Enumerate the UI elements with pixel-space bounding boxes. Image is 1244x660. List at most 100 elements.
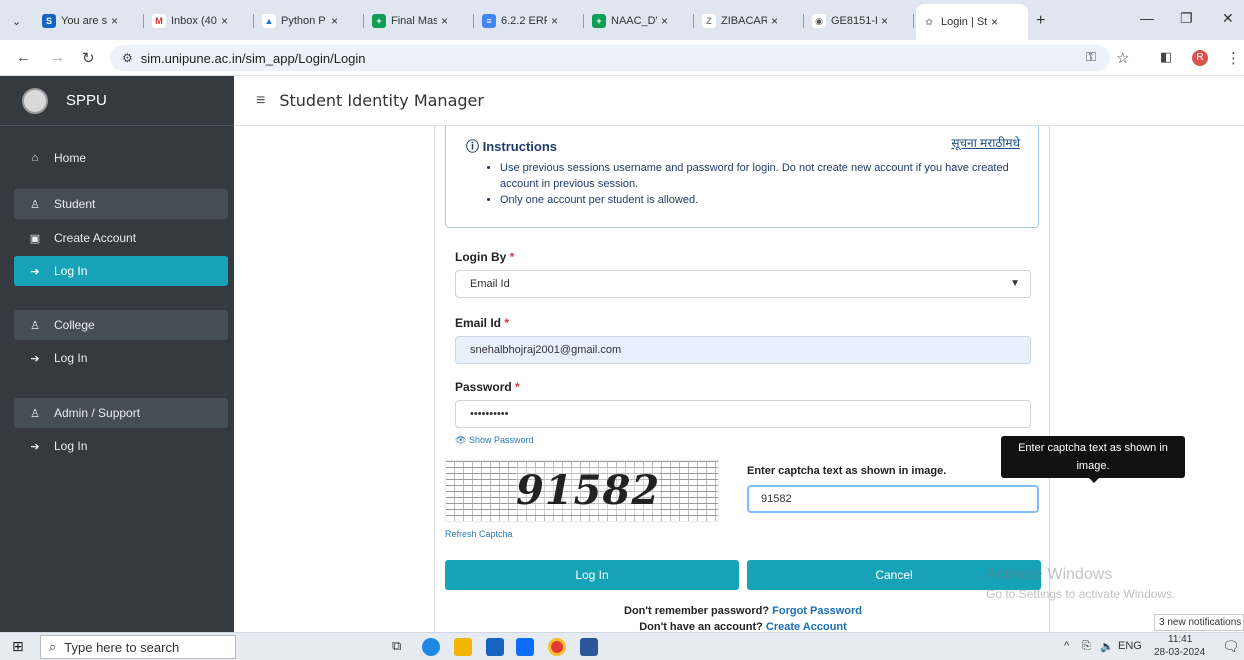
hamburger-menu-icon[interactable]: ≡ <box>256 92 265 110</box>
chrome-icon[interactable] <box>548 638 566 656</box>
close-icon[interactable]: × <box>551 14 558 28</box>
volume-icon[interactable]: 🔈 <box>1100 640 1114 653</box>
site-settings-icon[interactable]: ⚙ <box>122 51 133 65</box>
close-icon[interactable]: × <box>221 14 228 28</box>
instruction-item: Only one account per student is allowed. <box>500 192 1020 208</box>
browser-tab[interactable]: + NAAC_DV × <box>586 7 694 35</box>
close-icon[interactable]: × <box>111 14 118 28</box>
browser-tab[interactable]: + Final Mas × <box>366 7 474 35</box>
browser-tab[interactable]: ≡ 6.2.2 ERP × <box>476 7 584 35</box>
sidebar-item-label: Log In <box>54 351 88 365</box>
captcha-image: 91582 <box>445 460 719 522</box>
close-icon[interactable]: × <box>441 14 448 28</box>
url-bar[interactable]: ⚙ sim.unipune.ac.in/sim_app/Login/Login <box>110 45 1110 71</box>
captcha-input[interactable]: 91582 <box>747 485 1039 513</box>
browser-tab[interactable]: M Inbox (40 × <box>146 7 254 35</box>
notification-center-icon[interactable]: 🗨 <box>1222 638 1240 655</box>
notification-toast[interactable]: 3 new notifications <box>1154 614 1244 631</box>
close-icon[interactable]: × <box>991 15 998 29</box>
sidebar-item-label: Log In <box>54 439 88 453</box>
sidebar-section-student[interactable]: ♙ Student <box>14 189 228 219</box>
close-icon[interactable]: × <box>661 14 668 28</box>
windows-start-icon[interactable]: ⊞ <box>12 638 24 655</box>
windows-taskbar: ⊞ ⌕ Type here to search ⧉ ^ ⎘ 🔈 ENG 11:4… <box>0 632 1244 660</box>
password-field[interactable]: •••••••••• <box>455 400 1031 428</box>
tab-title: You are s <box>61 15 107 27</box>
forgot-password-link[interactable]: Forgot Password <box>772 605 862 617</box>
show-password-link[interactable]: 👁 Show Password <box>455 435 533 446</box>
bookmark-star-icon[interactable]: ☆ <box>1116 49 1129 67</box>
mail-icon[interactable] <box>516 638 534 656</box>
chevron-down-icon: ▼ <box>1010 278 1020 289</box>
email-label: Email Id * <box>455 316 510 330</box>
profile-avatar[interactable]: R <box>1192 50 1208 66</box>
login-by-select[interactable]: Email Id ▼ <box>455 270 1031 298</box>
email-label-text: Email Id <box>455 316 502 330</box>
marathi-instructions-link[interactable]: सूचना मराठीमधे <box>951 134 1020 151</box>
password-key-icon[interactable]: ⚿ <box>1086 49 1096 65</box>
store-icon[interactable] <box>486 638 504 656</box>
email-field[interactable]: snehalbhojraj2001@gmail.com <box>455 336 1031 364</box>
sidebar-item-college-login[interactable]: ➔ Log In <box>14 343 228 373</box>
sidebar-item-student-login[interactable]: ➔ Log In <box>14 256 228 286</box>
sidebar-item-label: College <box>54 318 95 332</box>
tab-title: Inbox (40 <box>171 15 217 27</box>
kebab-menu-icon[interactable]: ⋮ <box>1226 49 1241 67</box>
restore-icon[interactable]: ❐ <box>1180 10 1193 27</box>
new-tab-button[interactable]: + <box>1030 7 1056 35</box>
show-password-text: Show Password <box>468 435 534 445</box>
close-icon[interactable]: × <box>771 14 778 28</box>
browser-tab[interactable]: ▲ Python P × <box>256 7 364 35</box>
sidebar-item-label: Home <box>54 151 87 165</box>
browser-tab[interactable]: ◉ GE8151-P × <box>806 7 914 35</box>
tab-favicon-icon: ✿ <box>922 15 936 29</box>
browser-tab-active[interactable]: ✿ Login | St × <box>916 4 1028 40</box>
login-by-selected-value: Email Id <box>470 278 510 290</box>
tab-favicon-icon: Z <box>702 14 716 28</box>
taskbar-search-box[interactable]: ⌕ Type here to search <box>40 635 236 659</box>
login-button[interactable]: Log In <box>445 560 739 590</box>
login-by-label: Login By * <box>455 250 515 264</box>
activate-windows-subtitle: Go to Settings to activate Windows. <box>986 587 1176 601</box>
tab-favicon-icon: + <box>372 14 386 28</box>
brand-name: SPPU <box>66 92 107 109</box>
sidebar-item-admin-login[interactable]: ➔ Log In <box>14 431 228 461</box>
task-view-icon[interactable]: ⧉ <box>392 638 401 654</box>
tab-favicon-icon: M <box>152 14 166 28</box>
browser-tab[interactable]: Z ZIBACAR × <box>696 7 804 35</box>
tab-search-button[interactable]: ⌄ <box>6 7 32 35</box>
network-icon[interactable]: ⎘ <box>1082 640 1091 653</box>
eye-icon: 👁 <box>455 435 469 445</box>
brand[interactable]: SPPU <box>0 76 234 126</box>
file-explorer-icon[interactable] <box>454 638 472 656</box>
sidebar-section-admin[interactable]: ♙ Admin / Support <box>14 398 228 428</box>
tab-favicon-icon: ◉ <box>812 14 826 28</box>
clock-time[interactable]: 11:41 <box>1168 634 1192 645</box>
close-icon[interactable]: × <box>331 14 338 28</box>
sidebar-item-home[interactable]: ⌂ Home <box>14 143 228 173</box>
window-close-icon[interactable]: ✕ <box>1222 10 1234 27</box>
search-icon: ⌕ <box>49 639 57 654</box>
edge-browser-icon[interactable] <box>422 638 440 656</box>
refresh-captcha-link[interactable]: Refresh Captcha <box>445 529 513 539</box>
language-indicator[interactable]: ENG <box>1118 640 1142 652</box>
side-panel-icon[interactable]: ◧ <box>1160 49 1172 65</box>
captcha-label: Enter captcha text as shown in image. <box>747 465 947 477</box>
tab-title: 6.2.2 ERP <box>501 15 547 27</box>
forward-arrow-icon[interactable]: → <box>50 49 65 66</box>
sidebar-item-label: Log In <box>54 264 88 278</box>
browser-tab[interactable]: S You are s × <box>36 7 144 35</box>
page-title: Student Identity Manager <box>279 91 484 110</box>
sidebar-section-college[interactable]: ♙ College <box>14 310 228 340</box>
clock-date[interactable]: 28-03-2024 <box>1154 647 1205 658</box>
instructions-title: ⓘ Instructions <box>466 136 557 155</box>
close-icon[interactable]: × <box>881 14 888 28</box>
back-arrow-icon[interactable]: ← <box>16 49 31 66</box>
tray-up-arrow-icon[interactable]: ^ <box>1064 640 1069 652</box>
sidebar-item-create-account[interactable]: ▣ Create Account <box>14 223 228 253</box>
sidebar-item-label: Admin / Support <box>54 406 141 420</box>
reload-icon[interactable]: ↻ <box>82 49 95 67</box>
info-icon: ⓘ <box>466 139 483 154</box>
word-icon[interactable] <box>580 638 598 656</box>
minimize-icon[interactable]: — <box>1140 10 1154 26</box>
